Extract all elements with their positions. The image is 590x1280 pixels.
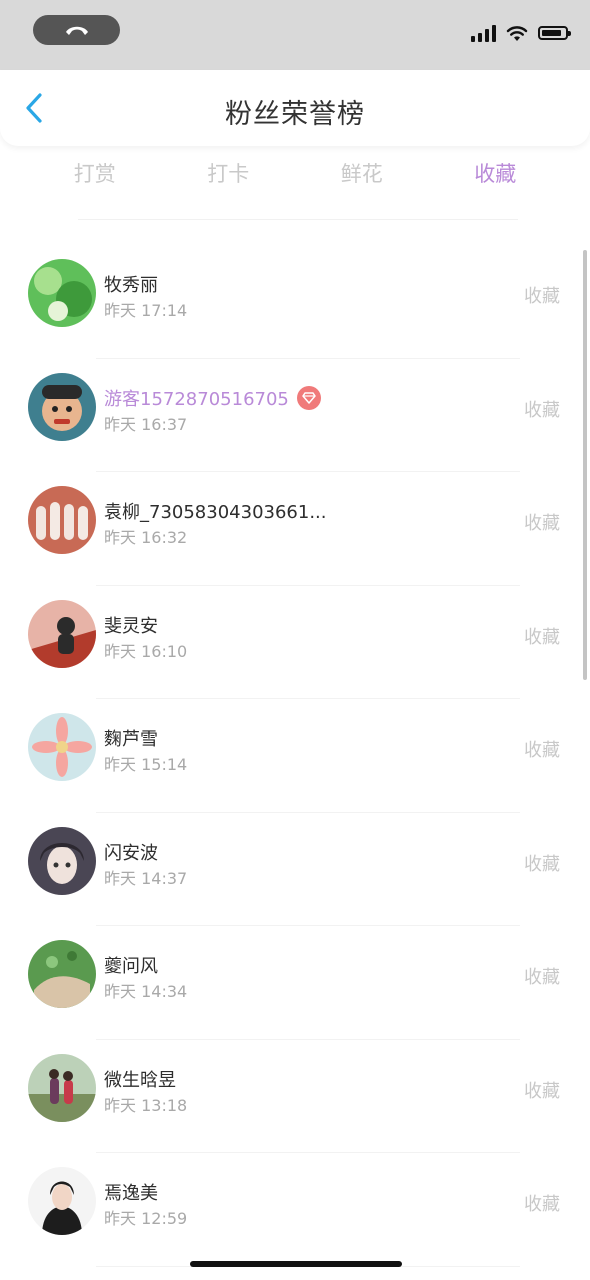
wifi-icon — [506, 25, 528, 41]
list-item[interactable]: 微生晗昱 昨天 13:18 收藏 — [0, 1040, 590, 1153]
fan-list: 牧秀丽 昨天 17:14 收藏 游客1572870516705 昨天 16:37… — [0, 245, 590, 1267]
avatar[interactable] — [28, 599, 96, 668]
phone-hangup-icon — [65, 26, 88, 35]
fan-time: 昨天 14:37 — [104, 868, 188, 888]
avatar[interactable] — [28, 259, 96, 327]
status-icons — [471, 24, 571, 42]
fan-time: 昨天 16:10 — [104, 641, 188, 661]
fan-name: 袁柳_73058304303661... — [104, 502, 327, 523]
navigation-bar: 粉丝荣誉榜 — [0, 70, 590, 146]
list-item[interactable]: 袁柳_73058304303661... 昨天 16:32 收藏 — [0, 472, 590, 586]
fan-name: 斐灵安 — [104, 615, 158, 637]
fan-time: 昨天 12:59 — [104, 1209, 188, 1228]
list-item[interactable]: 牧秀丽 昨天 17:14 收藏 — [0, 245, 590, 359]
vip-diamond-icon — [296, 385, 321, 410]
list-item[interactable]: 游客1572870516705 昨天 16:37 收藏 — [0, 359, 590, 472]
fan-time: 昨天 16:37 — [104, 414, 188, 434]
favorite-action: 收藏 — [524, 513, 560, 534]
active-call-pill[interactable] — [33, 15, 120, 45]
fan-name: 游客1572870516705 — [104, 385, 321, 411]
avatar[interactable] — [28, 372, 96, 441]
avatar[interactable] — [28, 940, 96, 1008]
fan-name: 牧秀丽 — [104, 275, 158, 296]
tab-flowers[interactable]: 鲜花 — [295, 152, 429, 196]
tab-bar: 打赏 打卡 鲜花 收藏 — [28, 152, 562, 196]
favorite-action: 收藏 — [524, 853, 560, 875]
fan-time: 昨天 17:14 — [104, 301, 188, 320]
avatar[interactable] — [28, 713, 96, 781]
tab-favorites[interactable]: 收藏 — [429, 152, 563, 196]
fan-time: 昨天 13:18 — [104, 1095, 188, 1115]
tab-divider — [78, 219, 518, 220]
avatar[interactable] — [28, 1053, 96, 1122]
favorite-action: 收藏 — [524, 1194, 560, 1215]
list-item[interactable]: 斐灵安 昨天 16:10 收藏 — [0, 586, 590, 699]
list-item[interactable]: 麴芦雪 昨天 15:14 收藏 — [0, 699, 590, 813]
fan-name: 夔问风 — [104, 956, 158, 977]
avatar[interactable] — [28, 486, 96, 554]
favorite-action: 收藏 — [524, 399, 560, 421]
avatar[interactable] — [28, 1167, 96, 1235]
favorite-action: 收藏 — [524, 740, 560, 761]
avatar[interactable] — [28, 826, 96, 895]
fan-time: 昨天 14:34 — [104, 982, 188, 1001]
home-indicator[interactable] — [190, 1261, 402, 1267]
fan-name: 微生晗昱 — [104, 1069, 176, 1091]
list-item[interactable]: 焉逸美 昨天 12:59 收藏 — [0, 1153, 590, 1267]
fan-name: 焉逸美 — [104, 1183, 158, 1204]
list-item[interactable]: 闪安波 昨天 14:37 收藏 — [0, 813, 590, 926]
tab-checkin[interactable]: 打卡 — [162, 152, 296, 196]
fan-time: 昨天 16:32 — [104, 528, 188, 547]
list-item[interactable]: 夔问风 昨天 14:34 收藏 — [0, 926, 590, 1040]
fan-time: 昨天 15:14 — [104, 755, 188, 774]
tab-tip[interactable]: 打赏 — [28, 152, 162, 196]
page-title: 粉丝荣誉榜 — [225, 99, 365, 130]
status-bar — [0, 0, 590, 70]
fan-name: 麴芦雪 — [104, 729, 158, 750]
cellular-signal-icon — [471, 24, 496, 42]
favorite-action: 收藏 — [524, 1080, 560, 1102]
battery-icon — [538, 26, 571, 40]
favorite-action: 收藏 — [524, 967, 560, 988]
fan-name: 闪安波 — [104, 842, 158, 864]
scrollbar[interactable] — [583, 250, 587, 680]
favorite-action: 收藏 — [524, 626, 560, 648]
favorite-action: 收藏 — [524, 286, 560, 307]
